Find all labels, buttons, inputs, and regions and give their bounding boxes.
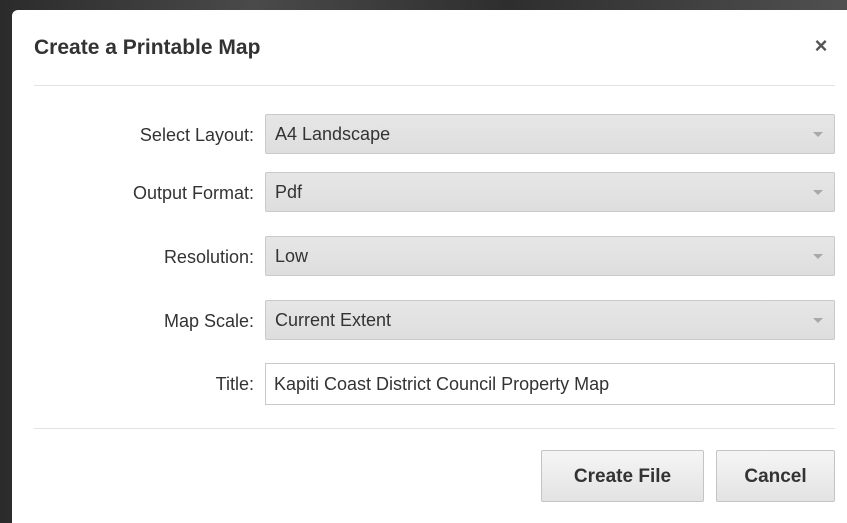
footer-divider [34,428,835,429]
map-title-input[interactable] [265,363,835,405]
resolution-value: Low [275,246,309,266]
scale-row: Map Scale: Current Extent [12,300,847,342]
format-select[interactable]: Pdf [265,172,835,212]
chevron-down-icon [813,190,823,195]
close-icon[interactable]: × [811,34,831,58]
dialog-title: Create a Printable Map [34,36,261,59]
resolution-select[interactable]: Low [265,236,835,276]
chevron-down-icon [813,132,823,137]
print-map-dialog: Create a Printable Map × Select Layout: … [12,10,847,523]
resolution-label: Resolution: [163,247,254,267]
title-label: Title: [215,374,254,394]
create-file-button[interactable]: Create File [541,450,704,502]
layout-label: Select Layout: [139,125,254,145]
format-label: Output Format: [132,183,254,203]
layout-row: Select Layout: A4 Landscape [12,114,847,156]
format-value: Pdf [275,182,303,202]
resolution-row: Resolution: Low [12,236,847,278]
title-row: Title: [12,363,847,405]
chevron-down-icon [813,254,823,259]
scale-label: Map Scale: [163,311,254,331]
scale-select[interactable]: Current Extent [265,300,835,340]
chevron-down-icon [813,318,823,323]
layout-value: A4 Landscape [275,124,391,144]
format-row: Output Format: Pdf [12,172,847,214]
header-divider [34,85,835,86]
scale-value: Current Extent [275,310,392,330]
dialog-header: Create a Printable Map × [12,10,847,86]
cancel-button[interactable]: Cancel [716,450,835,502]
layout-select[interactable]: A4 Landscape [265,114,835,154]
